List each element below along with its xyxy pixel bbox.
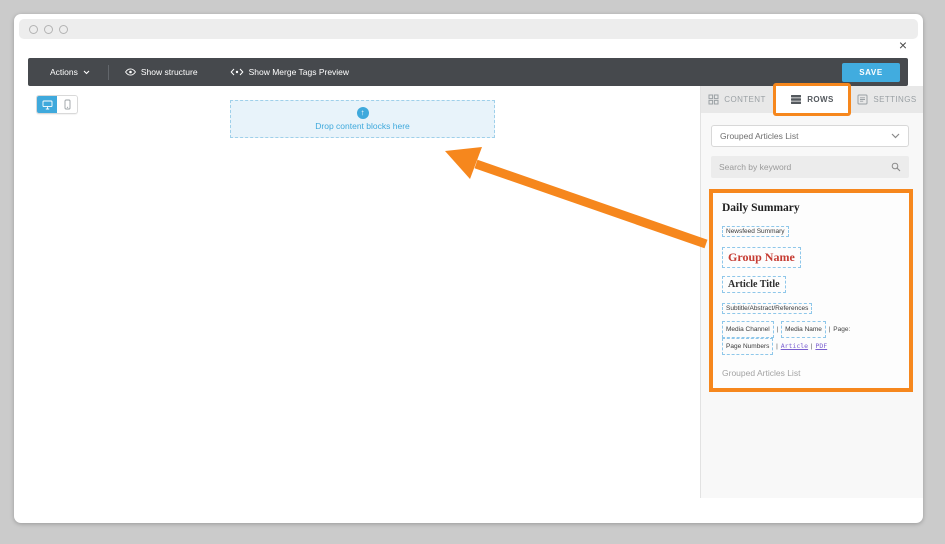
row-category-value: Grouped Articles List bbox=[720, 131, 798, 141]
tab-content[interactable]: CONTENT bbox=[701, 86, 773, 113]
window-control-icon[interactable] bbox=[44, 25, 53, 34]
tab-settings[interactable]: SETTINGS bbox=[851, 86, 923, 113]
merge-tags-icon bbox=[230, 68, 244, 76]
sidebar-tabbar: CONTENT ROWS SETTINGS bbox=[701, 86, 923, 113]
show-structure-toggle[interactable]: Show structure bbox=[109, 58, 214, 86]
meta-separator: | bbox=[811, 343, 813, 350]
meta-separator: | bbox=[777, 326, 779, 333]
desktop-icon bbox=[42, 100, 53, 110]
row-name-label: Grouped Articles List bbox=[722, 368, 900, 378]
actions-label: Actions bbox=[50, 67, 78, 77]
tab-content-label: CONTENT bbox=[724, 95, 765, 104]
merge-tag-newsfeed-summary: Newsfeed Summary bbox=[722, 226, 789, 237]
row-category-select[interactable]: Grouped Articles List bbox=[711, 125, 909, 147]
content-grid-icon bbox=[708, 94, 719, 105]
eye-icon bbox=[125, 68, 136, 76]
merge-tag-media-channel: Media Channel bbox=[722, 321, 774, 338]
window-control-icon[interactable] bbox=[59, 25, 68, 34]
meta-separator: | bbox=[776, 343, 778, 350]
tab-settings-label: SETTINGS bbox=[873, 95, 916, 104]
close-icon[interactable]: × bbox=[896, 39, 910, 53]
tab-rows-label: ROWS bbox=[807, 95, 834, 104]
email-editor-window: × Actions Show structure Show Merge Tags… bbox=[14, 14, 923, 523]
pdf-link[interactable]: PDF bbox=[815, 342, 827, 350]
window-control-icon[interactable] bbox=[29, 25, 38, 34]
merge-tag-group-name: Group Name bbox=[722, 247, 801, 268]
merge-tags-label: Show Merge Tags Preview bbox=[249, 67, 349, 77]
tab-rows[interactable]: ROWS bbox=[773, 83, 851, 116]
device-preview-toggle bbox=[36, 95, 78, 114]
save-button[interactable]: SAVE bbox=[842, 63, 900, 82]
right-sidebar: CONTENT ROWS SETTINGS Grouped Articles L… bbox=[700, 86, 923, 498]
preview-meta-line: Media Channel | Media Name | Page: Page … bbox=[722, 321, 900, 355]
meta-separator: | bbox=[829, 326, 831, 333]
desktop-view-button[interactable] bbox=[37, 96, 57, 113]
drop-content-zone[interactable]: ↑ Drop content blocks here bbox=[230, 100, 495, 138]
search-bar bbox=[711, 156, 909, 178]
merge-tag-article-title: Article Title bbox=[722, 276, 786, 293]
mobile-icon bbox=[64, 99, 71, 110]
show-merge-tags-preview-toggle[interactable]: Show Merge Tags Preview bbox=[214, 58, 365, 86]
actions-menu-button[interactable]: Actions bbox=[28, 58, 108, 86]
row-preview-grouped-articles[interactable]: Daily Summary Newsfeed Summary Group Nam… bbox=[709, 189, 913, 392]
dropzone-label: Drop content blocks here bbox=[315, 121, 410, 131]
search-icon[interactable] bbox=[891, 162, 901, 172]
search-input[interactable] bbox=[719, 162, 891, 172]
page-label: Page: bbox=[833, 326, 850, 333]
article-link[interactable]: Article bbox=[781, 342, 808, 350]
editor-toolbar: Actions Show structure Show Merge Tags P… bbox=[28, 58, 908, 86]
merge-tag-page-numbers: Page Numbers bbox=[722, 338, 773, 355]
merge-tag-media-name: Media Name bbox=[781, 321, 826, 338]
merge-tag-subtitle: Subtitle/Abstract/References bbox=[722, 303, 812, 314]
mobile-view-button[interactable] bbox=[57, 96, 77, 113]
chevron-down-icon bbox=[83, 70, 90, 75]
chevron-down-icon bbox=[891, 133, 900, 139]
arrow-up-circle-icon: ↑ bbox=[357, 107, 369, 119]
show-structure-label: Show structure bbox=[141, 67, 198, 77]
browser-titlebar bbox=[19, 19, 918, 39]
settings-doc-icon bbox=[857, 94, 868, 105]
rows-icon bbox=[790, 94, 802, 105]
preview-title: Daily Summary bbox=[722, 202, 900, 214]
